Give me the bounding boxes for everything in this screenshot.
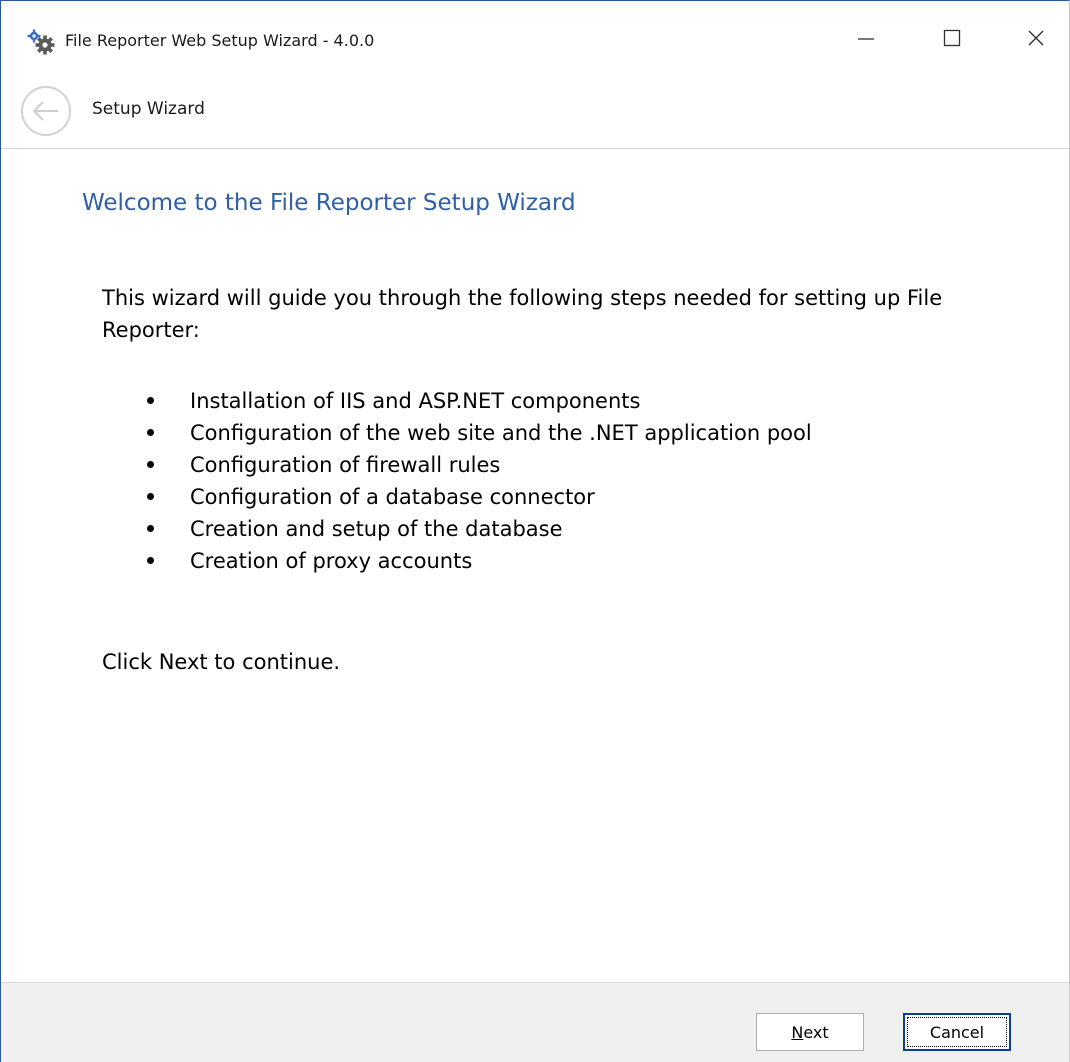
bullet-icon — [147, 525, 154, 532]
bullet-icon — [147, 557, 154, 564]
maximize-button[interactable] — [922, 1, 982, 79]
step-label: Installation of IIS and ASP.NET componen… — [190, 389, 641, 413]
gears-icon — [27, 29, 57, 55]
title-bar[interactable]: File Reporter Web Setup Wizard - 4.0.0 — [1, 1, 1069, 79]
bullet-icon — [147, 461, 154, 468]
cancel-button[interactable]: Cancel — [903, 1013, 1011, 1051]
window-title: File Reporter Web Setup Wizard - 4.0.0 — [65, 31, 375, 50]
step-label: Creation and setup of the database — [190, 517, 563, 541]
list-item: Creation and setup of the database — [102, 513, 812, 545]
close-button[interactable] — [1006, 1, 1066, 79]
steps-list: Installation of IIS and ASP.NET componen… — [102, 385, 812, 577]
list-item: Configuration of the web site and the .N… — [102, 417, 812, 449]
list-item: Installation of IIS and ASP.NET componen… — [102, 385, 812, 417]
list-item: Creation of proxy accounts — [102, 545, 812, 577]
wizard-nav-bar: Setup Wizard — [1, 79, 1069, 149]
page-title: Welcome to the File Reporter Setup Wizar… — [82, 190, 576, 216]
continue-instruction: Click Next to continue. — [102, 650, 341, 674]
minimize-icon — [856, 28, 876, 52]
step-label: Creation of proxy accounts — [190, 549, 473, 573]
step-label: Configuration of firewall rules — [190, 453, 501, 477]
bullet-icon — [147, 493, 154, 500]
next-button[interactable]: Next — [756, 1013, 864, 1051]
list-item: Configuration of firewall rules — [102, 449, 812, 481]
maximize-icon — [942, 28, 962, 52]
wizard-content: Welcome to the File Reporter Setup Wizar… — [1, 150, 1069, 982]
nav-title: Setup Wizard — [92, 99, 205, 119]
next-mnemonic: N — [791, 1022, 804, 1042]
bullet-icon — [147, 429, 154, 436]
list-item: Configuration of a database connector — [102, 481, 812, 513]
back-button[interactable] — [20, 85, 72, 137]
focus-ring — [907, 1017, 1007, 1047]
step-label: Configuration of the web site and the .N… — [190, 421, 812, 445]
close-icon — [1026, 28, 1046, 52]
back-arrow-icon — [20, 86, 72, 141]
minimize-button[interactable] — [836, 1, 896, 79]
step-label: Configuration of a database connector — [190, 485, 595, 509]
wizard-footer: Next Cancel — [1, 982, 1069, 1062]
bullet-icon — [147, 397, 154, 404]
next-label: ext — [803, 1022, 829, 1042]
setup-wizard-window: File Reporter Web Setup Wizard - 4.0.0 S… — [0, 0, 1070, 1062]
intro-text: This wizard will guide you through the f… — [102, 286, 943, 342]
